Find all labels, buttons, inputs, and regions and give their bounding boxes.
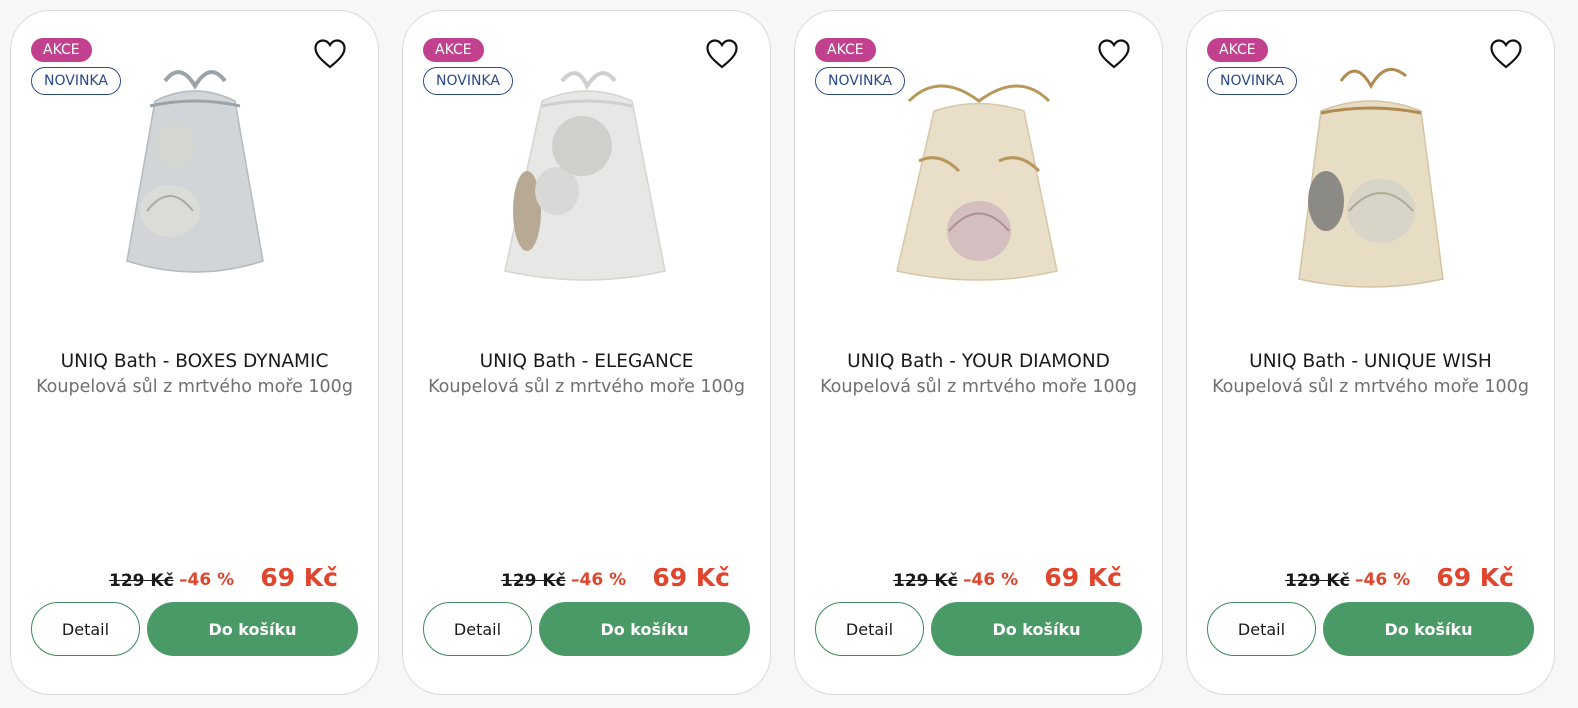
heart-icon[interactable] bbox=[1098, 39, 1130, 69]
current-price: 69 Kč bbox=[1044, 563, 1122, 592]
detail-button[interactable]: Detail bbox=[1207, 602, 1316, 656]
product-title[interactable]: UNIQ Bath - BOXES DYNAMIC bbox=[11, 351, 378, 372]
heart-icon[interactable] bbox=[314, 39, 346, 69]
product-card: AKCE NOVINKA UNIQ Bath - YOUR DIAMOND Ko… bbox=[794, 10, 1163, 695]
product-image[interactable] bbox=[1271, 51, 1471, 291]
add-to-cart-button[interactable]: Do košíku bbox=[147, 602, 358, 656]
product-subtitle: Koupelová sůl z mrtvého moře 100g bbox=[820, 377, 1137, 397]
old-price: 129 Kč bbox=[501, 571, 566, 591]
current-price: 69 Kč bbox=[1436, 563, 1514, 592]
discount-label: –46 % bbox=[1355, 570, 1411, 590]
product-card: AKCE NOVINKA UNIQ Bath - UNIQUE WISH Kou… bbox=[1186, 10, 1555, 695]
product-subtitle: Koupelová sůl z mrtvého moře 100g bbox=[1212, 377, 1529, 397]
discount-label: –46 % bbox=[571, 570, 627, 590]
old-price: 129 Kč bbox=[109, 571, 174, 591]
discount-label: –46 % bbox=[963, 570, 1019, 590]
heart-icon[interactable] bbox=[1490, 39, 1522, 69]
current-price: 69 Kč bbox=[652, 563, 730, 592]
sale-badge: AKCE bbox=[423, 38, 484, 62]
detail-button[interactable]: Detail bbox=[31, 602, 140, 656]
old-price: 129 Kč bbox=[1285, 571, 1350, 591]
product-card: AKCE NOVINKA UNIQ Bath - BOXES DYNAMIC K… bbox=[10, 10, 379, 695]
add-to-cart-button[interactable]: Do košíku bbox=[931, 602, 1142, 656]
add-to-cart-button[interactable]: Do košíku bbox=[539, 602, 750, 656]
sale-badge: AKCE bbox=[1207, 38, 1268, 62]
detail-button[interactable]: Detail bbox=[423, 602, 532, 656]
sale-badge: AKCE bbox=[31, 38, 92, 62]
product-subtitle: Koupelová sůl z mrtvého moře 100g bbox=[428, 377, 745, 397]
old-price: 129 Kč bbox=[893, 571, 958, 591]
product-image[interactable] bbox=[487, 51, 687, 291]
detail-button[interactable]: Detail bbox=[815, 602, 924, 656]
current-price: 69 Kč bbox=[260, 563, 338, 592]
product-title[interactable]: UNIQ Bath - UNIQUE WISH bbox=[1187, 351, 1554, 372]
product-card: AKCE NOVINKA UNIQ Bath - ELEGANCE Koupel… bbox=[402, 10, 771, 695]
add-to-cart-button[interactable]: Do košíku bbox=[1323, 602, 1534, 656]
product-title[interactable]: UNIQ Bath - YOUR DIAMOND bbox=[795, 351, 1162, 372]
heart-icon[interactable] bbox=[706, 39, 738, 69]
product-image[interactable] bbox=[879, 51, 1079, 291]
product-image[interactable] bbox=[95, 51, 295, 291]
discount-label: –46 % bbox=[179, 570, 235, 590]
sale-badge: AKCE bbox=[815, 38, 876, 62]
product-grid: AKCE NOVINKA UNIQ Bath - BOXES DYNAMIC K… bbox=[0, 0, 1578, 708]
product-title[interactable]: UNIQ Bath - ELEGANCE bbox=[403, 351, 770, 372]
product-subtitle: Koupelová sůl z mrtvého moře 100g bbox=[36, 377, 353, 397]
